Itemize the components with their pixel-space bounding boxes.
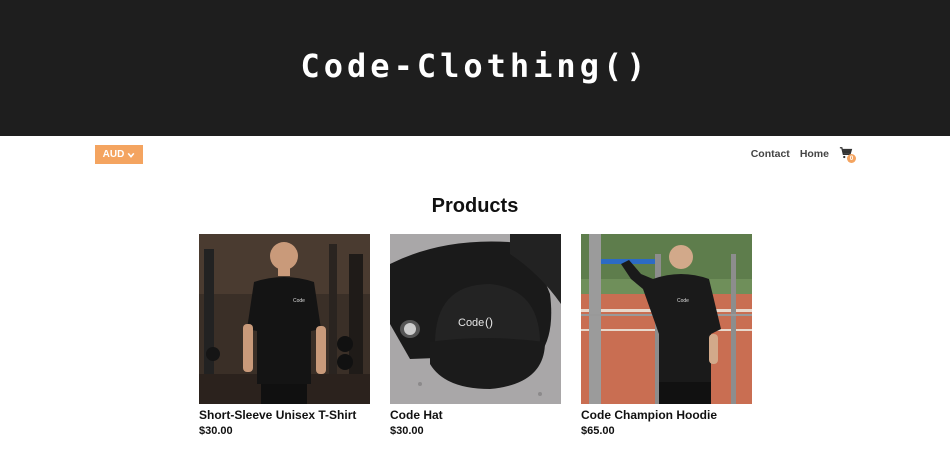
- nav-link-contact[interactable]: Contact: [751, 148, 790, 160]
- product-card-hoodie[interactable]: Code Code Champion Hoodie $65.00: [581, 234, 752, 437]
- product-image-hat[interactable]: Code (): [390, 234, 561, 404]
- product-price: $30.00: [199, 425, 233, 437]
- product-grid: Code Short-Sleeve Unisex T-Shirt $30.00 …: [199, 234, 752, 437]
- top-nav: Contact Home 0: [751, 144, 856, 164]
- cart-count-badge: 0: [847, 154, 856, 163]
- currency-label: AUD: [102, 149, 125, 160]
- product-name[interactable]: Code Hat: [390, 408, 561, 422]
- hoodie-logo-text: Code: [677, 298, 689, 304]
- currency-selector[interactable]: AUD: [95, 145, 143, 164]
- svg-text:(): (): [485, 315, 493, 329]
- product-card-tshirt[interactable]: Code Short-Sleeve Unisex T-Shirt $30.00: [199, 234, 370, 437]
- product-image-tshirt[interactable]: Code: [199, 234, 370, 404]
- hat-logo-text: Code: [458, 317, 484, 329]
- product-name[interactable]: Short-Sleeve Unisex T-Shirt: [199, 408, 370, 422]
- product-image-hoodie[interactable]: Code: [581, 234, 752, 404]
- product-name[interactable]: Code Champion Hoodie: [581, 408, 752, 422]
- product-price: $65.00: [581, 425, 615, 437]
- shirt-logo-text: Code: [293, 298, 305, 304]
- chevron-down-icon: [127, 152, 135, 158]
- site-banner: Code-Clothing(): [0, 0, 950, 136]
- cart-button[interactable]: 0: [839, 146, 856, 163]
- product-price: $30.00: [390, 425, 424, 437]
- nav-link-home[interactable]: Home: [800, 148, 829, 160]
- product-card-hat[interactable]: Code () Code Hat $30.00: [390, 234, 561, 437]
- products-heading: Products: [431, 195, 519, 217]
- site-title: Code-Clothing(): [300, 47, 650, 85]
